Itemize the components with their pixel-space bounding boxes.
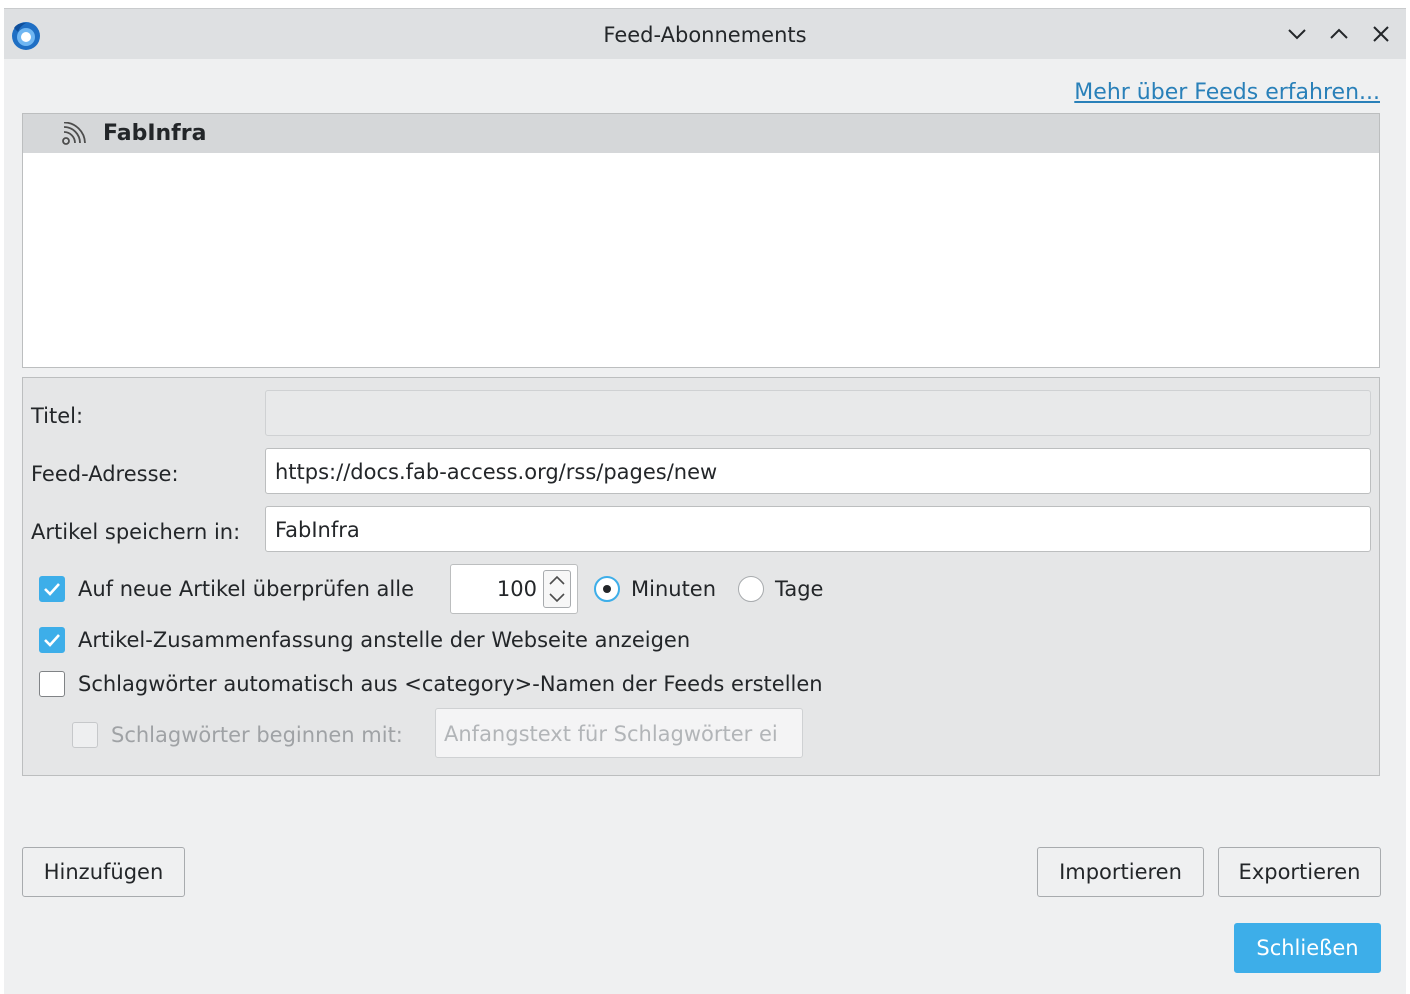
days-label: Tage [775, 577, 824, 601]
auto-tags-label: Schlagwörter automatisch aus <category>-… [78, 672, 823, 696]
feed-subscriptions-dialog: Feed-Abonnements Mehr über Feeds erfahre… [4, 8, 1406, 994]
minimize-icon [1288, 29, 1306, 40]
title-label: Titel: [31, 404, 84, 428]
tag-prefix-input[interactable]: Anfangstext für Schlagwörter ei [435, 708, 803, 758]
feed-properties-panel: Titel: Feed-Adresse: https://docs.fab-ac… [22, 377, 1380, 776]
interval-value: 100 [496, 577, 537, 601]
auto-tags-checkbox[interactable] [39, 671, 65, 697]
spin-arrows[interactable] [543, 570, 571, 608]
check-new-checkbox[interactable] [39, 576, 65, 602]
close-window-button[interactable] [1368, 21, 1394, 47]
title-field[interactable] [265, 390, 1371, 436]
show-summary-label: Artikel-Zusammenfassung anstelle der Web… [78, 628, 691, 652]
window-title: Feed-Abonnements [603, 23, 807, 47]
feed-address-field[interactable]: https://docs.fab-access.org/rss/pages/ne… [265, 448, 1371, 494]
spin-down-icon[interactable] [544, 589, 570, 607]
tag-prefix-label: Schlagwörter beginnen mit: [111, 723, 403, 747]
show-summary-checkbox[interactable] [39, 627, 65, 653]
minutes-label: Minuten [631, 577, 717, 601]
checkmark-icon [44, 634, 60, 647]
interval-spinbox[interactable]: 100 [450, 564, 578, 614]
store-in-field[interactable]: FabInfra [265, 506, 1371, 552]
checkmark-icon [44, 583, 60, 596]
days-radio[interactable] [738, 576, 764, 602]
import-button[interactable]: Importieren [1037, 847, 1204, 897]
rss-icon [62, 122, 86, 145]
export-button[interactable]: Exportieren [1218, 847, 1381, 897]
feed-tree-item-label: FabInfra [103, 121, 207, 146]
minutes-radio[interactable] [594, 576, 620, 602]
close-button[interactable]: Schließen [1234, 923, 1381, 973]
add-button[interactable]: Hinzufügen [22, 847, 185, 897]
feed-tree[interactable]: FabInfra [22, 113, 1380, 368]
maximize-icon [1330, 28, 1348, 39]
minimize-button[interactable] [1284, 21, 1310, 47]
spin-up-icon[interactable] [544, 571, 570, 589]
maximize-button[interactable] [1326, 21, 1352, 47]
title-bar[interactable]: Feed-Abonnements [4, 9, 1406, 59]
store-in-label: Artikel speichern in: [31, 520, 241, 544]
close-icon [1373, 26, 1389, 42]
feed-address-label: Feed-Adresse: [31, 462, 179, 486]
feed-tree-item[interactable]: FabInfra [23, 114, 1379, 153]
learn-more-link[interactable]: Mehr über Feeds erfahren... [1074, 80, 1380, 105]
tag-prefix-checkbox[interactable] [72, 722, 98, 748]
check-new-label: Auf neue Artikel überprüfen alle [78, 577, 415, 601]
